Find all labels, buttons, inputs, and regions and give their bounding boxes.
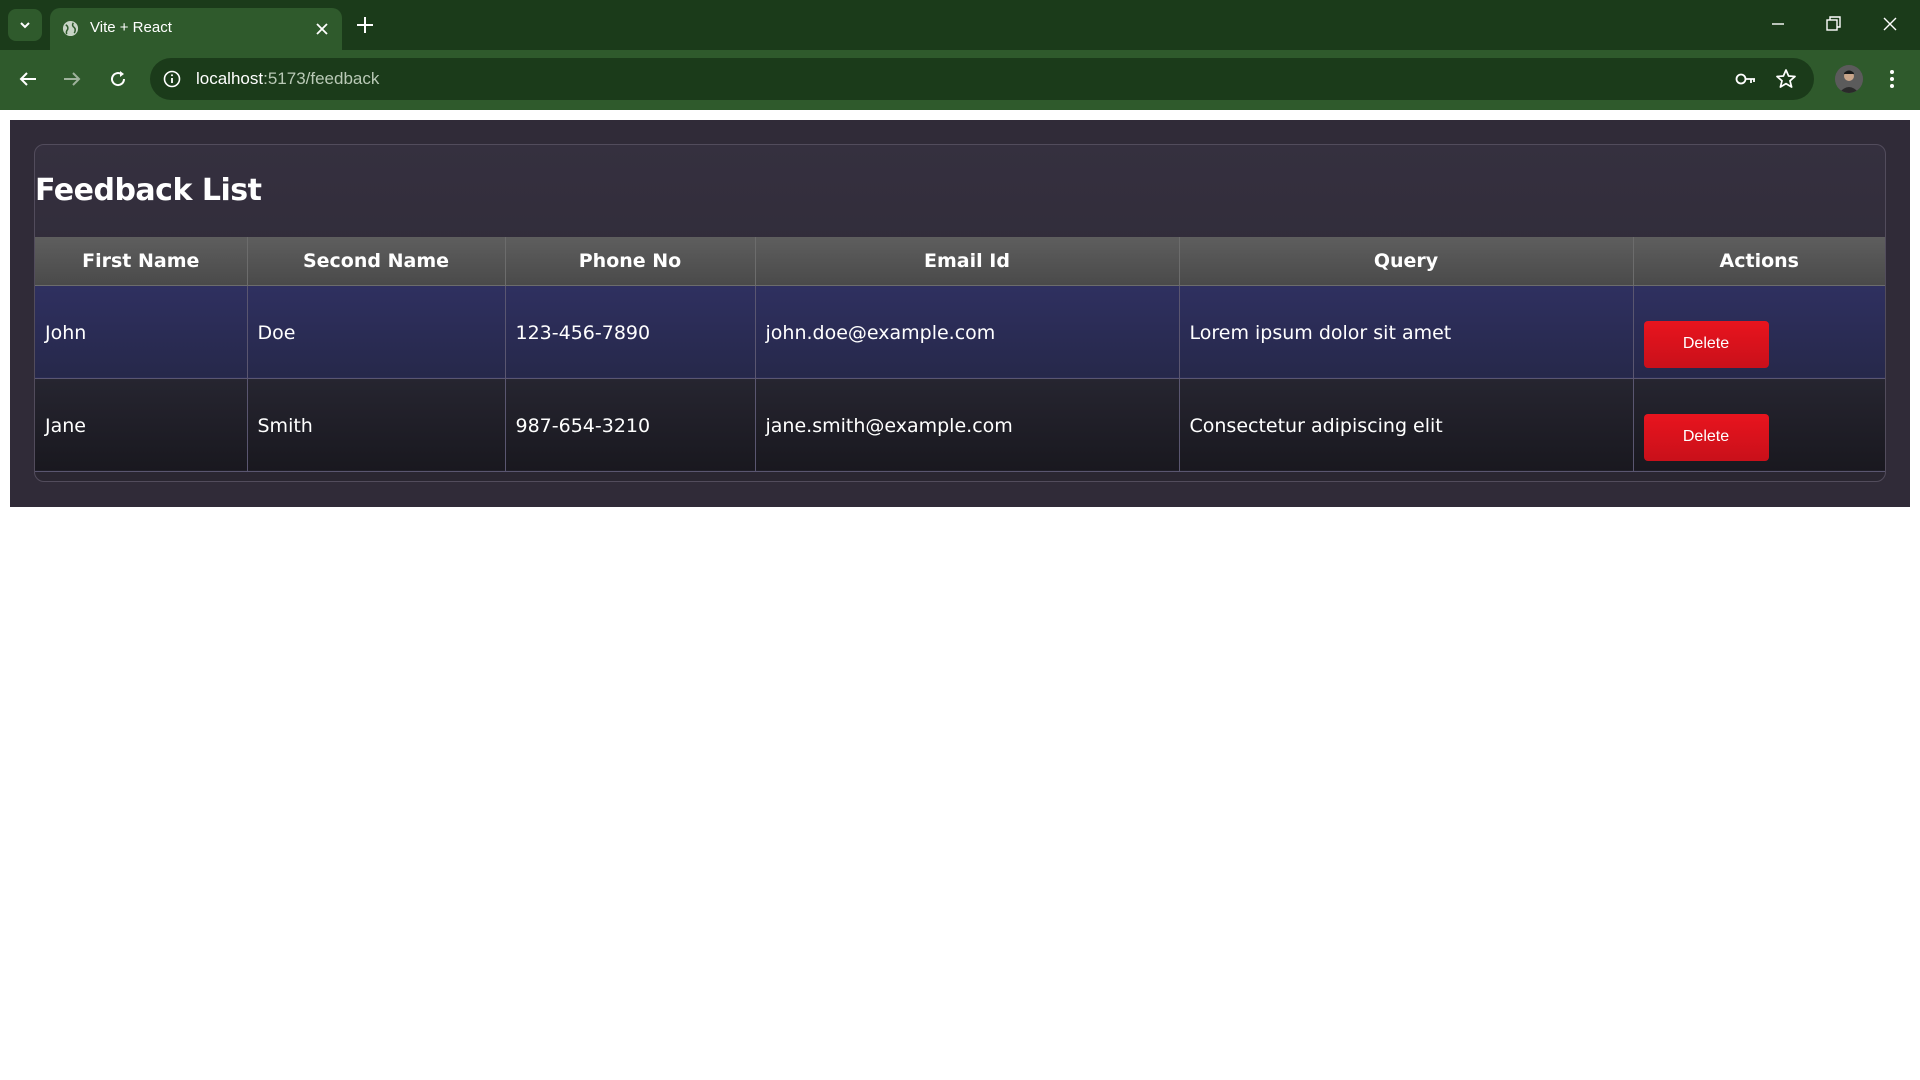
phone-cell: 123-456-7890 xyxy=(505,285,756,379)
key-icon[interactable] xyxy=(1734,68,1758,90)
email-cell: john.doe@example.com xyxy=(755,285,1180,379)
url-text[interactable]: localhost:5173/feedback xyxy=(196,69,379,89)
actions-cell: Delete xyxy=(1633,285,1885,379)
address-bar[interactable]: localhost:5173/feedback xyxy=(150,58,1814,100)
profile-avatar[interactable] xyxy=(1835,65,1863,93)
table-row: Jane Smith 987-654-3210 jane.smith@examp… xyxy=(35,378,1885,472)
phone-cell: 987-654-3210 xyxy=(505,378,756,472)
column-header: Email Id xyxy=(755,237,1180,286)
reload-icon[interactable] xyxy=(106,67,130,91)
table-row: John Doe 123-456-7890 john.doe@example.c… xyxy=(35,285,1885,379)
globe-favicon-icon xyxy=(62,20,79,37)
tab-title: Vite + React xyxy=(90,19,172,36)
first-name-cell: Jane xyxy=(35,378,248,472)
star-icon[interactable] xyxy=(1774,67,1798,91)
delete-button[interactable]: Delete xyxy=(1643,413,1769,461)
column-header: First Name xyxy=(35,237,248,286)
actions-cell: Delete xyxy=(1633,378,1885,472)
browser-toolbar: localhost:5173/feedback xyxy=(0,50,1920,108)
column-header: Phone No xyxy=(505,237,756,286)
second-name-cell: Doe xyxy=(247,285,506,379)
more-vert-icon[interactable] xyxy=(1880,67,1904,91)
window-close-icon[interactable] xyxy=(1880,14,1900,34)
plus-icon[interactable] xyxy=(354,14,376,36)
first-name-cell: John xyxy=(35,285,248,379)
url-host: localhost xyxy=(196,69,264,88)
toolbar-divider xyxy=(0,108,1920,110)
table-header-row: First Name Second Name Phone No Email Id… xyxy=(35,237,1885,286)
close-icon[interactable] xyxy=(314,21,330,37)
email-cell: jane.smith@example.com xyxy=(755,378,1180,472)
query-cell: Lorem ipsum dolor sit amet xyxy=(1179,285,1634,379)
second-name-cell: Smith xyxy=(247,378,506,472)
info-icon[interactable] xyxy=(162,69,182,89)
column-header: Second Name xyxy=(247,237,506,286)
forward-arrow-icon[interactable] xyxy=(60,67,84,91)
browser-tab[interactable]: Vite + React xyxy=(50,8,342,50)
avatar-image xyxy=(1835,65,1863,93)
page-title: Feedback List xyxy=(35,173,262,208)
feedback-panel: Feedback List First Name Second Name Pho… xyxy=(10,120,1910,507)
column-header: Query xyxy=(1179,237,1634,286)
delete-button[interactable]: Delete xyxy=(1643,320,1769,368)
query-cell: Consectetur adipiscing elit xyxy=(1179,378,1634,472)
column-header: Actions xyxy=(1633,237,1885,286)
url-path: :5173/feedback xyxy=(263,69,380,88)
minimize-icon[interactable] xyxy=(1768,14,1788,34)
chevron-down-icon xyxy=(20,22,30,29)
restore-icon[interactable] xyxy=(1823,14,1843,34)
tab-search-button[interactable] xyxy=(8,9,42,41)
back-arrow-icon[interactable] xyxy=(16,67,40,91)
browser-tabbar: Vite + React xyxy=(0,0,1920,50)
feedback-table: First Name Second Name Phone No Email Id… xyxy=(35,237,1885,472)
feedback-card: Feedback List First Name Second Name Pho… xyxy=(34,144,1886,482)
